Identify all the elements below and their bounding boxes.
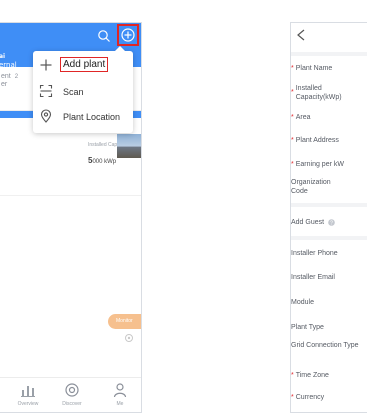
field-label: Installer Phone bbox=[291, 250, 338, 257]
plant-list-screen: ai ernal ent 2 er Installed Capacity 500… bbox=[0, 22, 142, 413]
location-pin-icon bbox=[40, 109, 52, 123]
field-label: Earning per kW bbox=[295, 161, 344, 168]
field-label: Add Guest bbox=[291, 219, 325, 226]
search-icon[interactable] bbox=[97, 29, 111, 43]
field-organization-code[interactable]: Organization Code bbox=[291, 178, 367, 196]
add-plant-form-screen: * Plant Name * Installed Capacity(kWp) * A… bbox=[290, 22, 367, 413]
add-button[interactable] bbox=[117, 24, 139, 46]
field-label: Time Zone bbox=[295, 372, 329, 379]
discover-icon bbox=[65, 383, 79, 397]
tab-me[interactable]: Me bbox=[102, 382, 138, 407]
menu-item-label: Plant Location bbox=[63, 112, 121, 122]
field-label: Installed Capacity(kWp) bbox=[295, 85, 342, 101]
required-marker: * bbox=[291, 137, 294, 144]
field-label: Area bbox=[295, 114, 311, 121]
required-marker: * bbox=[291, 89, 294, 96]
field-module[interactable]: Module bbox=[291, 298, 367, 307]
menu-item-add-plant[interactable]: Add plant bbox=[33, 54, 133, 78]
field-label: Currency bbox=[295, 394, 325, 401]
required-marker: * bbox=[291, 394, 294, 401]
capacity-value: 5000 kWp bbox=[88, 156, 117, 165]
field-label: Plant Type bbox=[291, 324, 324, 331]
field-grid-connection-type[interactable]: Grid Connection Type bbox=[291, 341, 367, 350]
field-add-guest[interactable]: Add Guest ? bbox=[291, 218, 367, 227]
field-label: Plant Name bbox=[295, 65, 333, 72]
menu-item-plant-location[interactable]: Plant Location bbox=[33, 105, 133, 129]
settings-icon[interactable] bbox=[124, 333, 134, 343]
plus-circle-icon bbox=[121, 28, 135, 42]
floating-monitor-button[interactable]: Monitor bbox=[108, 314, 141, 329]
required-marker: * bbox=[291, 114, 294, 121]
top-bar bbox=[291, 23, 367, 49]
required-marker: * bbox=[291, 65, 294, 72]
required-marker: * bbox=[291, 372, 294, 379]
menu-item-label: Scan bbox=[63, 87, 84, 97]
chart-icon bbox=[21, 386, 35, 397]
section-gap bbox=[291, 236, 367, 240]
field-plant-type[interactable]: Plant Type bbox=[291, 323, 367, 332]
user-icon bbox=[113, 383, 127, 398]
field-installer-email[interactable]: Installer Email bbox=[291, 273, 367, 282]
field-label: Plant Address bbox=[295, 137, 339, 144]
field-area[interactable]: * Area bbox=[291, 113, 367, 122]
divider bbox=[291, 52, 367, 56]
plus-icon bbox=[40, 59, 52, 71]
plant-thumbnail bbox=[117, 134, 141, 158]
svg-text:?: ? bbox=[330, 220, 333, 226]
tab-label: Discover bbox=[62, 401, 82, 407]
tab-overview[interactable]: Overview bbox=[10, 382, 46, 407]
field-currency[interactable]: * Currency bbox=[291, 393, 367, 402]
field-label: Installer Email bbox=[291, 274, 335, 281]
tab-label: Overview bbox=[17, 401, 39, 407]
bottom-tabbar: Overview Discover Me bbox=[0, 377, 141, 412]
menu-item-scan[interactable]: Scan bbox=[33, 80, 133, 104]
section-gap bbox=[291, 203, 367, 207]
tab-discover[interactable]: Discover bbox=[54, 382, 90, 407]
field-installer-phone[interactable]: Installer Phone bbox=[291, 249, 367, 258]
field-plant-name[interactable]: * Plant Name bbox=[291, 64, 367, 73]
scan-icon bbox=[39, 84, 53, 98]
back-chevron-icon[interactable] bbox=[296, 29, 306, 41]
field-earning-per-kw[interactable]: * Earning per kW bbox=[291, 160, 367, 169]
summary-text-fragment: ent 2 er bbox=[1, 73, 19, 88]
field-label: Module bbox=[291, 299, 314, 306]
tab-label: Me bbox=[116, 401, 124, 407]
menu-item-label: Add plant bbox=[60, 57, 109, 72]
help-icon[interactable]: ? bbox=[328, 218, 335, 226]
required-marker: * bbox=[291, 161, 294, 168]
field-label: Organization Code bbox=[291, 179, 331, 195]
add-menu-dropdown: Add plant Scan Plant Location bbox=[33, 46, 133, 133]
field-label: Grid Connection Type bbox=[291, 342, 359, 349]
field-time-zone[interactable]: * Time Zone bbox=[291, 371, 367, 380]
field-installed-capacity[interactable]: * Installed Capacity(kWp) bbox=[291, 84, 367, 102]
field-plant-address[interactable]: * Plant Address bbox=[291, 136, 367, 145]
